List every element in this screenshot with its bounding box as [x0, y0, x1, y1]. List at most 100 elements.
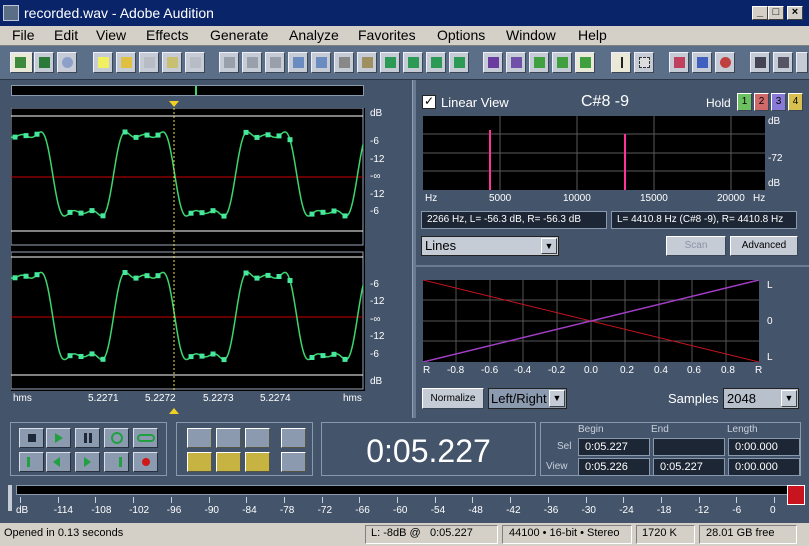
- channel-select[interactable]: Left/Right ▼: [488, 388, 567, 409]
- rewind-icon[interactable]: [46, 452, 71, 472]
- close-file-icon[interactable]: [185, 52, 205, 73]
- view-end-field[interactable]: 0:05.227: [653, 458, 725, 476]
- menu-file[interactable]: File: [12, 27, 35, 43]
- menu-effects[interactable]: Effects: [146, 27, 189, 43]
- zoom-out-vertical-icon[interactable]: [281, 452, 306, 472]
- time-ruler[interactable]: hms 5.2271 5.2272 5.2273 5.2274 hms: [11, 391, 365, 406]
- scan-button[interactable]: Scan: [666, 236, 726, 256]
- maximize-button[interactable]: □: [768, 6, 784, 20]
- chevron-down-icon[interactable]: ▼: [781, 390, 797, 407]
- chevron-down-icon[interactable]: ▼: [549, 390, 565, 407]
- phase-analysis-icon[interactable]: [715, 52, 735, 73]
- view-length-field[interactable]: 0:00.000: [728, 458, 800, 476]
- save-icon[interactable]: [139, 52, 159, 73]
- close-button[interactable]: ×: [787, 6, 803, 20]
- chevron-down-icon[interactable]: ▼: [541, 238, 557, 254]
- menu-view[interactable]: View: [96, 27, 126, 43]
- frequency-analysis-icon[interactable]: [692, 52, 712, 73]
- advanced-button[interactable]: Advanced: [730, 236, 798, 256]
- zoom-out-icon[interactable]: [216, 428, 241, 448]
- sel-length-field[interactable]: 0:00.000: [728, 438, 800, 456]
- play-to-end-icon[interactable]: [104, 428, 129, 448]
- waveform-display[interactable]: [11, 108, 365, 391]
- sel-end-field[interactable]: [653, 438, 725, 456]
- transport-controls: [10, 422, 167, 476]
- menu-edit[interactable]: Edit: [54, 27, 78, 43]
- overview-bar[interactable]: [11, 85, 364, 96]
- zoom-in-vertical-icon[interactable]: [281, 428, 306, 448]
- menu-analyze[interactable]: Analyze: [289, 27, 339, 43]
- spectral-pan-icon[interactable]: [529, 52, 549, 73]
- meter-label: -54: [430, 505, 446, 516]
- linear-view-checkbox[interactable]: ✓: [422, 95, 436, 109]
- paste-new-icon[interactable]: [380, 52, 400, 73]
- marquee-tool-icon[interactable]: [634, 52, 654, 73]
- frequency-graph[interactable]: [423, 116, 765, 190]
- menu-help[interactable]: Help: [578, 27, 607, 43]
- menu-favorites[interactable]: Favorites: [358, 27, 416, 43]
- samples-select[interactable]: 2048 ▼: [723, 388, 799, 409]
- menu-options[interactable]: Options: [437, 27, 485, 43]
- cd-view-icon[interactable]: [57, 52, 77, 73]
- waveform-view-icon[interactable]: [575, 52, 595, 73]
- pause-icon[interactable]: [75, 428, 100, 448]
- record-icon[interactable]: [133, 452, 158, 472]
- waveform-node: [133, 275, 139, 281]
- go-to-end-icon[interactable]: [104, 452, 129, 472]
- cut-icon[interactable]: [334, 52, 354, 73]
- spectral-phase-icon[interactable]: [552, 52, 572, 73]
- minimize-button[interactable]: _: [752, 6, 768, 20]
- zoom-full-icon[interactable]: [245, 428, 270, 448]
- horizontal-divider[interactable]: [416, 265, 809, 267]
- zoom-right-icon[interactable]: [216, 452, 241, 472]
- hold-button-1[interactable]: 1: [737, 93, 752, 111]
- back-icon[interactable]: [773, 52, 793, 73]
- copy-new-icon[interactable]: [311, 52, 331, 73]
- stop-icon[interactable]: [19, 428, 44, 448]
- meter-tick: [246, 497, 248, 503]
- scripts-icon[interactable]: [750, 52, 770, 73]
- menu-generate[interactable]: Generate: [210, 27, 268, 43]
- go-to-start-icon[interactable]: [19, 452, 44, 472]
- fast-forward-icon[interactable]: [75, 452, 100, 472]
- meter-grip[interactable]: [8, 485, 12, 511]
- menu-window[interactable]: Window: [506, 27, 556, 43]
- clip-indicator[interactable]: [787, 485, 805, 505]
- meter-tick: [736, 497, 738, 503]
- multitrack-view-icon[interactable]: [34, 52, 54, 73]
- hold-button-3[interactable]: 3: [771, 93, 786, 111]
- panel-divider[interactable]: [412, 80, 416, 418]
- play-icon[interactable]: [46, 428, 71, 448]
- spectral-view-icon[interactable]: [506, 52, 526, 73]
- edit-view-icon[interactable]: [10, 52, 33, 73]
- time-selection-tool-icon[interactable]: [611, 52, 631, 73]
- markers-icon[interactable]: [669, 52, 689, 73]
- zoom-selection-icon[interactable]: [245, 452, 270, 472]
- zoom-left-icon[interactable]: [187, 452, 212, 472]
- more-icon[interactable]: [796, 52, 808, 73]
- undo-icon[interactable]: [219, 52, 239, 73]
- save-all-icon[interactable]: [162, 52, 182, 73]
- redo-icon[interactable]: [242, 52, 262, 73]
- hold-button-4[interactable]: 4: [788, 93, 803, 111]
- trim-icon[interactable]: [426, 52, 446, 73]
- paste-icon[interactable]: [357, 52, 377, 73]
- meter-scale: dB -114 -108 -102 -96 -90 -84 -78 -72 -66 -60 -54 -4…: [16, 497, 786, 521]
- view-begin-field[interactable]: 0:05.226: [578, 458, 650, 476]
- mute-icon[interactable]: [449, 52, 469, 73]
- normalize-button[interactable]: Normalize: [422, 388, 484, 409]
- zoom-in-icon[interactable]: [187, 428, 212, 448]
- phase-graph[interactable]: [423, 280, 759, 362]
- new-file-icon[interactable]: [93, 52, 113, 73]
- playhead-marker-bottom[interactable]: [169, 408, 179, 414]
- loop-icon[interactable]: [133, 428, 158, 448]
- mix-paste-icon[interactable]: [403, 52, 423, 73]
- envelope-icon[interactable]: [483, 52, 503, 73]
- repeat-icon[interactable]: [265, 52, 285, 73]
- playhead-marker-top[interactable]: [169, 101, 179, 107]
- copy-icon[interactable]: [288, 52, 308, 73]
- sel-begin-field[interactable]: 0:05.227: [578, 438, 650, 456]
- display-mode-select[interactable]: Lines ▼: [421, 236, 559, 256]
- hold-button-2[interactable]: 2: [754, 93, 769, 111]
- open-file-icon[interactable]: [116, 52, 136, 73]
